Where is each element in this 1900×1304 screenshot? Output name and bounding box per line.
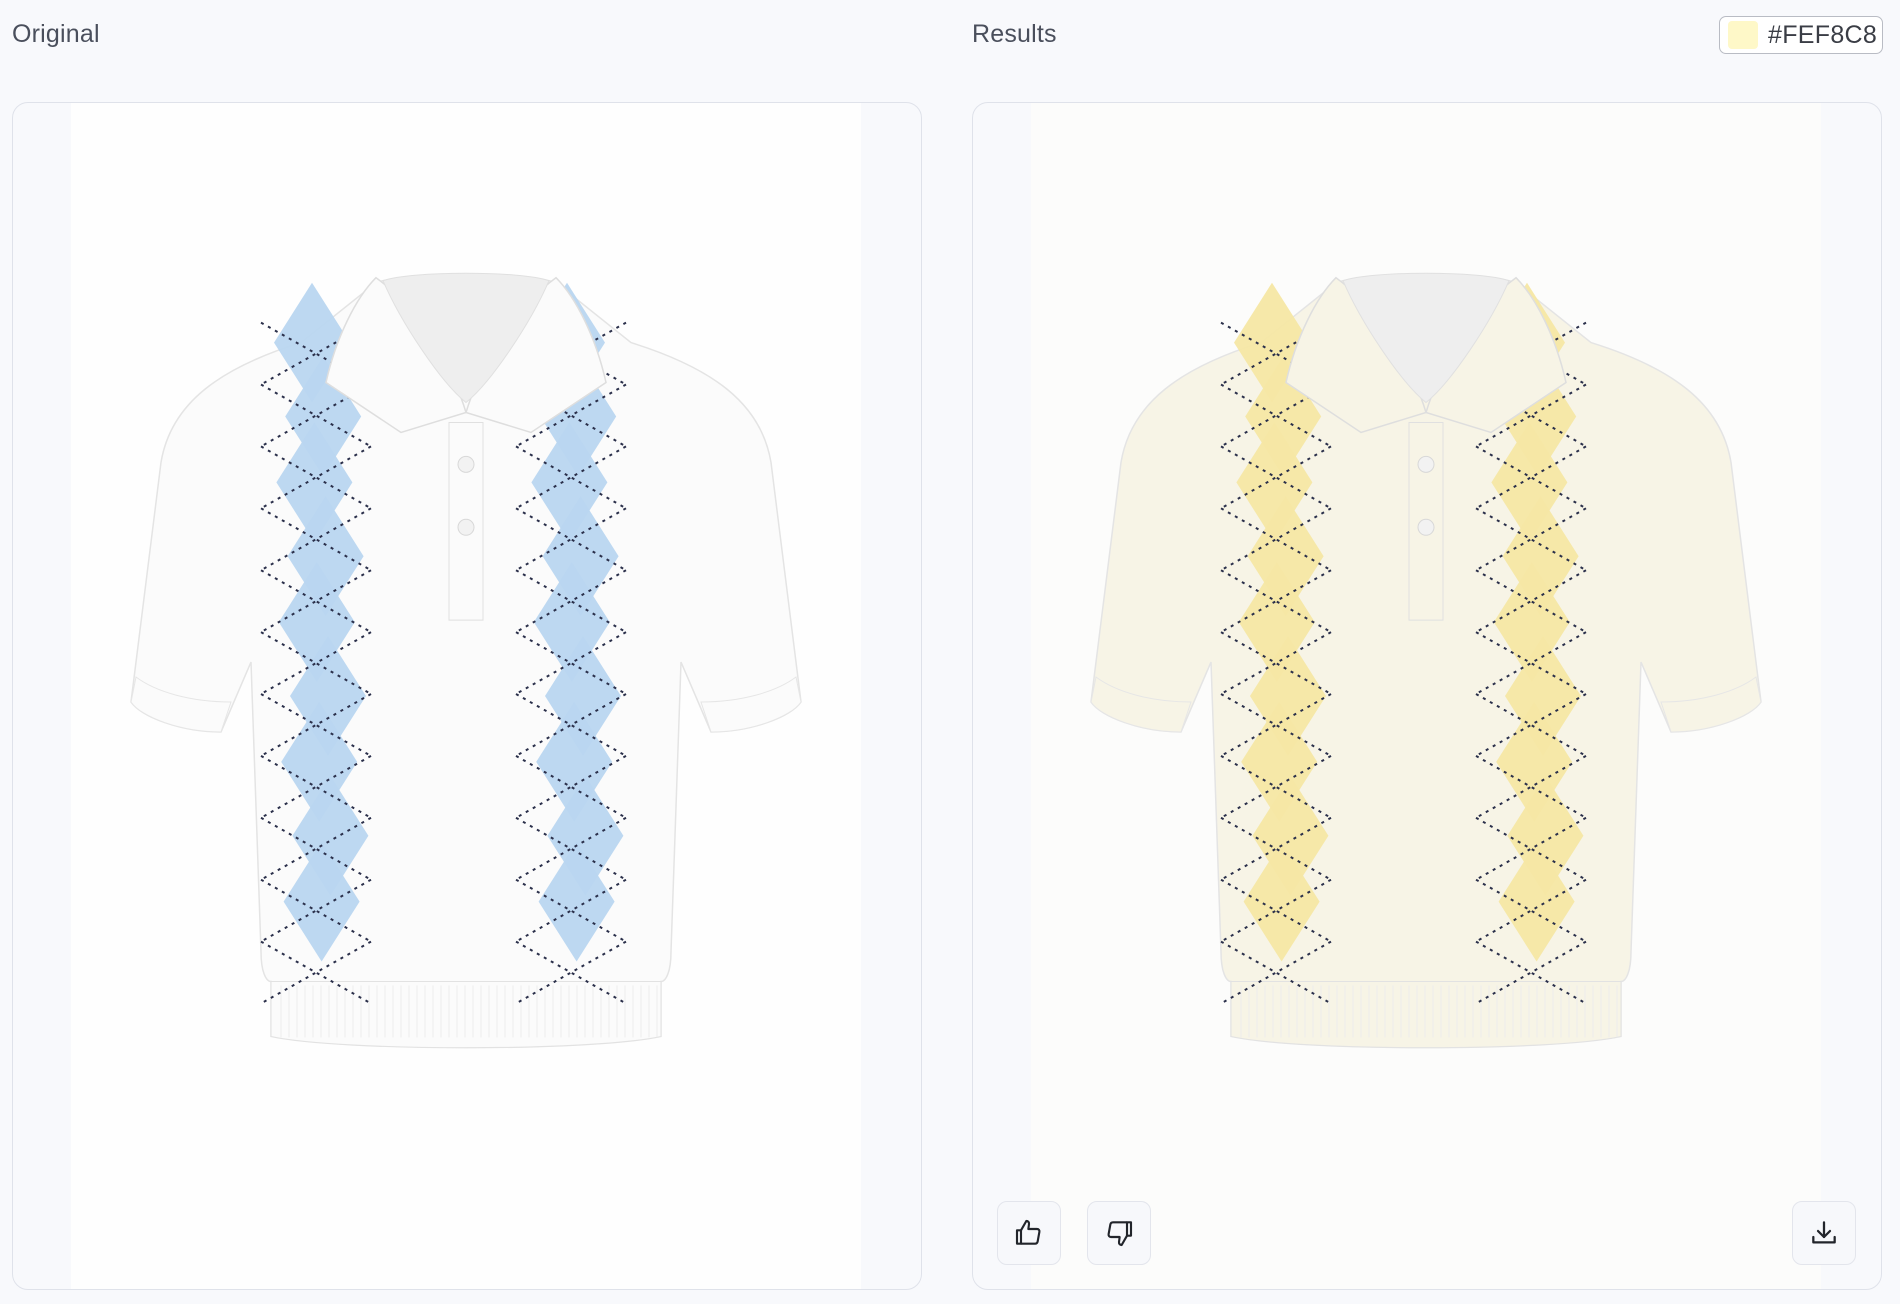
original-image-card bbox=[12, 102, 922, 1290]
original-garment-image bbox=[71, 103, 861, 1289]
result-garment-image bbox=[1031, 103, 1821, 1289]
result-image-card bbox=[972, 102, 1882, 1290]
original-image bbox=[71, 103, 861, 1289]
shirt-button bbox=[457, 455, 475, 473]
original-label: Original bbox=[12, 20, 100, 48]
dislike-button[interactable] bbox=[1087, 1201, 1151, 1265]
color-swatch bbox=[1728, 21, 1758, 49]
result-image bbox=[1031, 103, 1821, 1289]
shirt-button bbox=[1417, 455, 1435, 473]
like-button[interactable] bbox=[997, 1201, 1061, 1265]
color-hex-text: #FEF8C8 bbox=[1768, 20, 1878, 49]
color-chip[interactable]: #FEF8C8 bbox=[1719, 16, 1883, 54]
thumbs-down-icon bbox=[1107, 1221, 1133, 1247]
download-icon bbox=[1812, 1221, 1836, 1244]
shirt-button bbox=[1417, 518, 1435, 536]
shirt-button bbox=[457, 518, 475, 536]
download-button[interactable] bbox=[1792, 1201, 1856, 1265]
results-label: Results bbox=[972, 20, 1057, 48]
thumbs-up-icon bbox=[1015, 1219, 1041, 1245]
